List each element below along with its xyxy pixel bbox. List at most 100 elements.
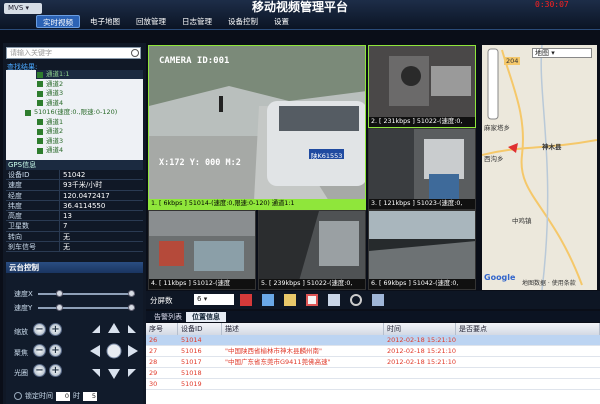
video-label-2: 2. [ 231kbps ] 51022-(速度:0, — [369, 117, 475, 127]
map-place-2: 神木县 — [542, 143, 562, 151]
gps-key: 卫星数 — [6, 221, 60, 231]
record-icon[interactable] — [240, 294, 252, 306]
map-panel[interactable]: 地图 ▾ 麻家塔乡 神木县 西沟乡 中鸡镇 204 Google 地图数据 · … — [482, 45, 597, 290]
col-time[interactable]: 时间 — [384, 323, 456, 335]
table-row[interactable]: 30 51019 — [146, 379, 600, 390]
refresh-icon[interactable] — [350, 294, 362, 306]
menu-settings[interactable]: 设置 — [268, 15, 295, 28]
app-root: MVS ▾ 移动视频管理平台 0:30:07 实时视频 电子地图 回放管理 日志… — [0, 0, 600, 404]
speed-x-slider[interactable] — [38, 290, 135, 297]
lock-minute-input[interactable]: 5 — [83, 391, 97, 401]
gps-key: 设备ID — [6, 170, 60, 180]
menu-device-control[interactable]: 设备控制 — [222, 15, 264, 28]
clock-icon — [14, 392, 22, 400]
gps-value: 93千米/小时 — [63, 181, 103, 190]
split-select[interactable]: 6 ▾ — [194, 294, 234, 305]
fullscreen-icon[interactable] — [306, 294, 318, 306]
lock-hour-unit: 时 — [73, 392, 80, 400]
focus-in-button[interactable]: + — [49, 344, 62, 357]
video-tile-1[interactable]: CAMERA ID:001 X:172 Y: 000 M:2 陕K61553 1… — [148, 45, 366, 210]
direction-pad[interactable] — [88, 321, 140, 381]
zoom-out-button[interactable]: − — [33, 323, 46, 336]
menu-realtime-video[interactable]: 实时视频 — [36, 15, 80, 28]
menu-emap[interactable]: 电子地图 — [84, 15, 126, 28]
map-canvas — [482, 45, 597, 290]
gps-title: GPS信息 — [6, 160, 143, 170]
cell-id: 51017 — [181, 358, 202, 366]
video-toolbar: 分屏数 6 ▾ — [146, 291, 600, 309]
bottom-tabs: 告警列表 位置信息 — [146, 311, 600, 322]
video-tile-5[interactable]: 5. [ 239kbps ] 51022-(速度:0, — [258, 210, 366, 290]
tree-item[interactable]: 通道1:1 — [36, 70, 143, 79]
slider-knob[interactable] — [128, 290, 135, 297]
tree-item[interactable]: 通道2 — [36, 80, 143, 89]
tree-item[interactable]: 通道4 — [36, 99, 143, 108]
tree-item[interactable]: 51016(速度:0.,限速:0-120) — [24, 108, 143, 117]
col-seq[interactable]: 序号 — [146, 323, 178, 335]
col-device-id[interactable]: 设备ID — [178, 323, 222, 335]
speed-y-slider[interactable] — [38, 304, 135, 311]
map-type-select[interactable]: 地图 ▾ — [532, 48, 592, 58]
slider-knob[interactable] — [56, 290, 63, 297]
col-desc[interactable]: 描述 — [222, 323, 384, 335]
iris-open-button[interactable]: + — [49, 364, 62, 377]
menu-playback[interactable]: 回放管理 — [130, 15, 172, 28]
cell-seq: 29 — [149, 369, 158, 377]
cell-time: 2012-02-18 15:21:10 — [387, 336, 456, 344]
eject-icon[interactable] — [372, 294, 384, 306]
tree-item[interactable]: 通道4 — [36, 146, 143, 155]
video-tile-4[interactable]: 4. [ 11kbps ] 51012-(速度 — [148, 210, 256, 290]
clock: 0:30:07 — [535, 0, 569, 9]
video-frame — [369, 129, 475, 201]
tree-item[interactable]: 通道1 — [36, 118, 143, 127]
gps-value: 120.0472417 — [63, 191, 110, 200]
cell-time — [384, 379, 456, 390]
gps-value: 无 — [63, 243, 70, 252]
gps-row: 经度 120.0472417 — [6, 190, 143, 201]
split-value: 6 — [197, 295, 202, 303]
tree-item-label: 通道3 — [46, 136, 64, 145]
tree-item[interactable]: 通道3 — [36, 137, 143, 146]
tree-item-label: 51016(速度:0.,限速:0-120) — [34, 108, 118, 116]
tree-item-label: 通道2 — [46, 127, 64, 135]
slider-knob[interactable] — [128, 304, 135, 311]
device-tree[interactable]: 通道1:1 通道2 通道3 通道4 51016(速度:0.,限速:0-120) 通道1 通道… — [6, 70, 143, 160]
tab-alarm-list[interactable]: 告警列表 — [148, 312, 188, 322]
brand-dropdown[interactable]: MVS ▾ — [4, 3, 42, 14]
search-icon[interactable] — [131, 49, 139, 57]
lock-hour-input[interactable]: 0 — [56, 391, 70, 401]
left-panel: 请输入关键字 查找结果: 通道1:1 通道2 通道3 通道4 51016(速度:0.,限… — [3, 43, 146, 404]
settings-icon[interactable] — [328, 294, 340, 306]
center-button — [106, 343, 122, 359]
arrow-left-icon — [90, 345, 100, 357]
map-footer[interactable]: 地图数据 · 使用条款 — [522, 278, 576, 287]
tree-item[interactable]: 通道2 — [36, 127, 143, 136]
table-row[interactable]: 27 51016 "中国陕西省榆林市神木县麟州南" 2012-02-18 15:21:… — [146, 346, 600, 357]
cell-desc: "中国广东省东莞市G9411莞佛高速" — [225, 358, 331, 366]
table-row[interactable]: 28 51017 "中国广东省东莞市G9411莞佛高速" 2012-02-18 15:… — [146, 357, 600, 368]
video-tile-3[interactable]: 3. [ 121kbps ] 51023-(速度:0, — [368, 128, 476, 210]
focus-out-button[interactable]: − — [33, 344, 46, 357]
video-frame — [259, 211, 365, 281]
tree-item[interactable]: 通道3 — [36, 89, 143, 98]
video-tile-6[interactable]: 6. [ 69kbps ] 51042-(速度:0, — [368, 210, 476, 290]
search-input[interactable]: 请输入关键字 — [6, 47, 141, 59]
col-flag[interactable]: 是否要点 — [456, 323, 600, 335]
arrow-up-icon — [108, 323, 120, 333]
tab-location-info[interactable]: 位置信息 — [186, 312, 226, 322]
video-tile-2[interactable]: 2. [ 231kbps ] 51022-(速度:0, — [368, 45, 476, 128]
channel-icon — [25, 109, 31, 116]
zoom-in-button[interactable]: + — [49, 323, 62, 336]
snapshot-icon[interactable] — [262, 294, 274, 306]
lock-time-row: 锁定时间 0 时 5 — [14, 391, 97, 401]
tree-item-label: 通道3 — [46, 89, 64, 97]
menu-log[interactable]: 日志管理 — [176, 15, 218, 28]
table-row[interactable]: 26 51014 2012-02-18 15:21:10 — [146, 335, 600, 346]
folder-icon[interactable] — [284, 294, 296, 306]
table-row[interactable]: 29 51018 — [146, 368, 600, 379]
map-place-1: 麻家塔乡 — [484, 124, 510, 132]
channel-icon — [37, 71, 43, 78]
gps-row: 转向无 — [6, 231, 143, 243]
iris-close-button[interactable]: − — [33, 364, 46, 377]
slider-knob[interactable] — [56, 304, 63, 311]
